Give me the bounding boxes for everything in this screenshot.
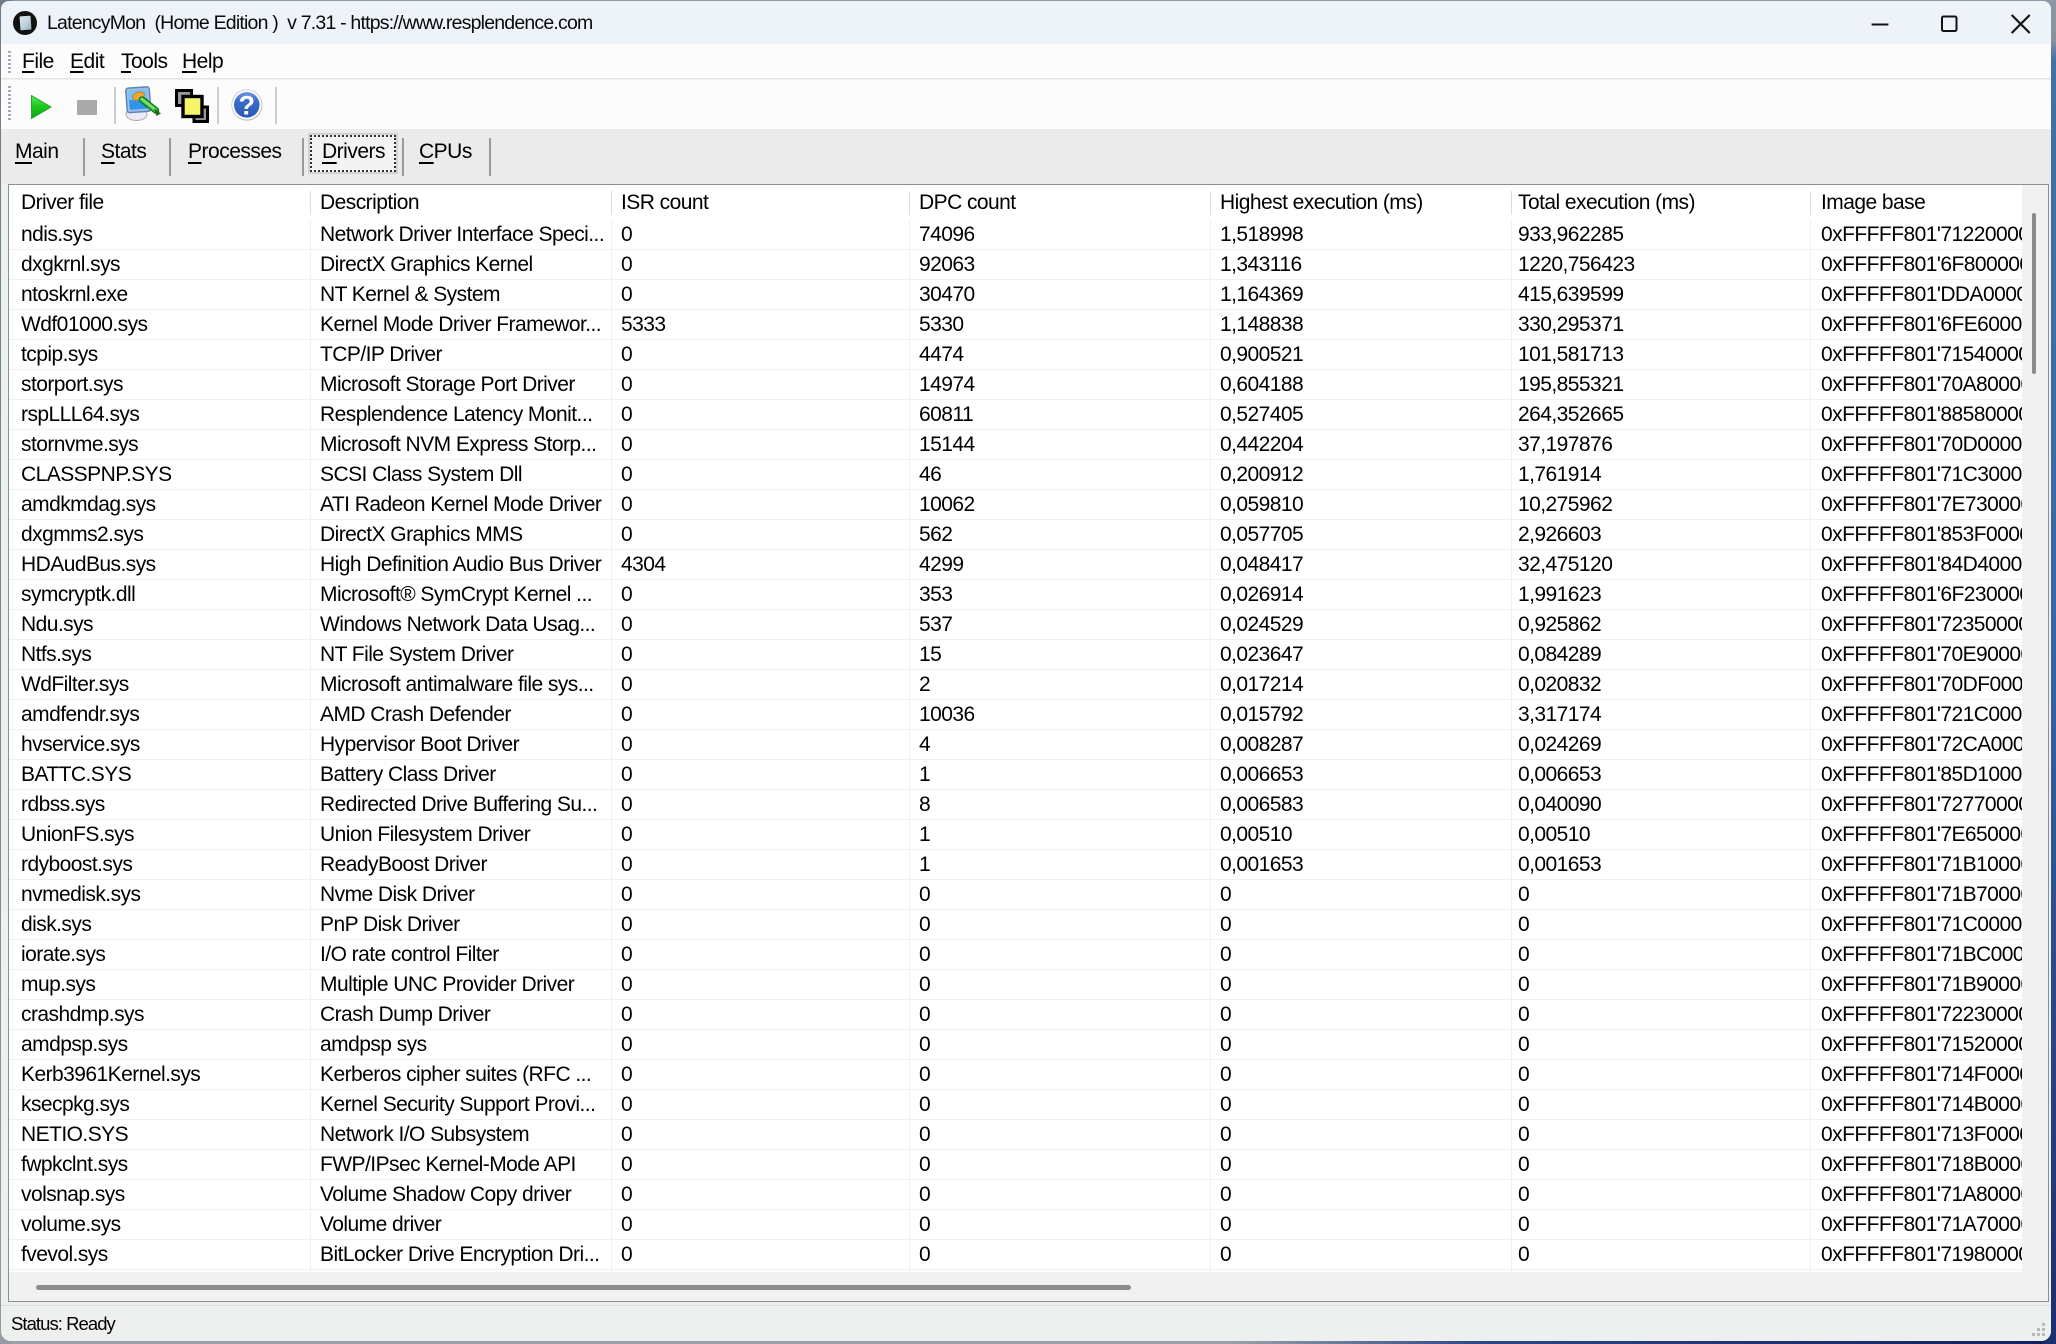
svg-text:?: ?: [239, 90, 256, 120]
